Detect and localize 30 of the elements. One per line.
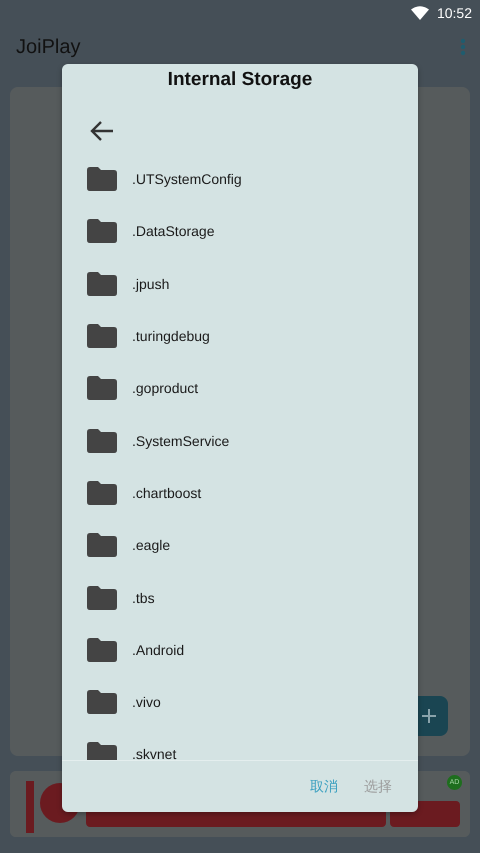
back-arrow-icon[interactable] bbox=[89, 119, 115, 143]
folder-icon bbox=[87, 638, 117, 662]
folder-icon bbox=[87, 272, 117, 296]
folder-name[interactable]: .UTSystemConfig bbox=[132, 171, 242, 188]
folder-name[interactable]: .skvnet bbox=[132, 746, 176, 760]
folder-icon bbox=[87, 742, 117, 760]
folder-icon bbox=[87, 376, 117, 400]
folder-name[interactable]: .goproduct bbox=[132, 380, 198, 396]
folder-icon bbox=[87, 586, 117, 610]
folder-icon bbox=[87, 480, 117, 505]
wifi-icon bbox=[410, 6, 429, 20]
clock-time: 10:52 bbox=[436, 4, 472, 20]
folder-name[interactable]: .eagle bbox=[132, 537, 170, 554]
folder-icon bbox=[87, 167, 117, 192]
plus-icon bbox=[421, 708, 437, 724]
folder-icon bbox=[87, 690, 117, 714]
folder-icon bbox=[87, 533, 117, 558]
folder-icon bbox=[87, 428, 117, 453]
folder-name[interactable]: .DataStorage bbox=[132, 223, 214, 240]
folder-icon bbox=[87, 324, 117, 348]
folder-name[interactable]: .vivo bbox=[132, 694, 161, 710]
folder-name[interactable]: .SystemService bbox=[132, 432, 230, 449]
folder-name[interactable]: .turingdebug bbox=[132, 328, 210, 344]
dialog-title: Internal Storage bbox=[168, 69, 312, 91]
folder-name[interactable]: .Android bbox=[132, 642, 184, 658]
app-title: JoiPlay bbox=[16, 36, 80, 58]
folder-name[interactable]: .tbs bbox=[132, 590, 155, 606]
folder-icon bbox=[87, 219, 117, 244]
folder-name[interactable]: .jpush bbox=[132, 276, 170, 292]
folder-name[interactable]: .chartboost bbox=[132, 484, 202, 501]
